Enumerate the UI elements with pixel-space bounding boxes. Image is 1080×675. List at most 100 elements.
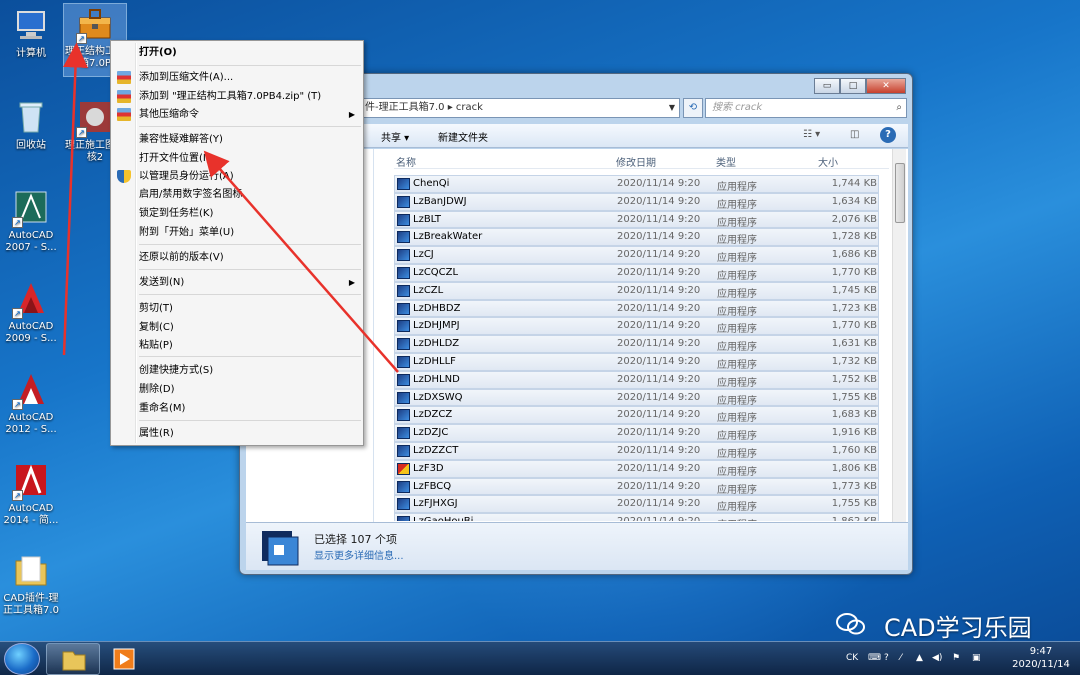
desktop-icon-computer[interactable]: 计算机 <box>0 6 62 60</box>
file-size: 1,916 KB <box>831 427 877 439</box>
table-row[interactable]: LzDXSWQ 2020/11/14 9:20 应用程序 1,755 KB <box>394 388 879 407</box>
vertical-scrollbar[interactable] <box>892 149 906 522</box>
desktop-icon-folder[interactable]: CAD插件-理正工具箱7.0 <box>0 551 62 617</box>
file-size: 1,862 KB <box>815 516 877 521</box>
table-row[interactable]: LzDZCZ 2020/11/14 9:20 应用程序 1,683 KB <box>394 406 879 424</box>
table-row[interactable]: LzDZJC 2020/11/14 9:20 应用程序 1,916 KB <box>394 424 879 442</box>
desktop-icon-label: CAD插件-理正工具箱7.0 <box>3 593 59 616</box>
help-icon[interactable]: ? <box>880 127 896 143</box>
file-name: LzDZJC <box>413 427 449 439</box>
menu-item[interactable]: 启用/禁用数字签名图标 <box>139 187 359 203</box>
table-row[interactable]: ChenQi 2020/11/14 9:20 应用程序 1,744 KB <box>394 175 879 193</box>
media-player-icon <box>113 648 135 670</box>
view-options-icon[interactable]: ☷ ▾ <box>803 129 820 140</box>
new-folder-button[interactable]: 新建文件夹 <box>438 129 488 144</box>
table-row[interactable]: LzBanJDWJ 2020/11/14 9:20 应用程序 1,634 KB <box>394 192 879 211</box>
chevron-down-icon[interactable]: ▼ <box>669 99 675 117</box>
menu-item[interactable]: 添加到 "理正结构工具箱7.0PB4.zip" (T) <box>139 89 359 105</box>
shortcut-arrow-icon: ↗ <box>12 399 23 410</box>
refresh-button[interactable]: ⟲ <box>683 98 703 118</box>
menu-item[interactable]: 打开文件位置(I) <box>139 151 359 167</box>
column-name[interactable]: 名称 <box>396 154 416 169</box>
file-type: 应用程序 <box>717 395 757 407</box>
table-row[interactable]: LzBLT 2020/11/14 9:20 应用程序 2,076 KB <box>394 210 879 229</box>
keyboard-icon[interactable]: ⌨ <box>868 653 881 663</box>
clock[interactable]: 9:47 2020/11/14 <box>1006 645 1076 671</box>
file-name: LzCQCZL <box>413 266 459 278</box>
scrollbar-thumb[interactable] <box>895 163 905 223</box>
file-name: LzCJ <box>413 249 434 261</box>
table-row[interactable]: LzDHJMPJ 2020/11/14 9:20 应用程序 1,770 KB <box>394 317 879 335</box>
minimize-button[interactable]: ▭ <box>814 78 840 94</box>
file-type: 应用程序 <box>717 342 757 354</box>
wechat-icon <box>836 612 866 636</box>
menu-item[interactable]: 附到「开始」菜单(U) <box>139 225 359 241</box>
menu-item[interactable]: 兼容性疑难解答(Y) <box>139 132 359 148</box>
table-row[interactable]: LzDZZCT 2020/11/14 9:20 应用程序 1,760 KB <box>394 441 879 460</box>
preview-pane-icon[interactable]: ◫ <box>850 129 859 140</box>
file-size: 1,686 KB <box>831 249 877 261</box>
menu-item[interactable]: 属性(R) <box>139 426 359 442</box>
desktop-icon-autocad-2012[interactable]: ↗ AutoCAD 2012 - S... <box>0 370 62 436</box>
desktop-icon-autocad-2007[interactable]: ↗ AutoCAD 2007 - S... <box>0 188 62 254</box>
file-type: 应用程序 <box>717 270 757 282</box>
file-name: LzGaoHouBi <box>413 516 473 521</box>
network-icon[interactable]: ▣ <box>972 653 981 663</box>
show-hidden-icons[interactable]: ▲ <box>916 653 923 663</box>
menu-item[interactable]: 其他压缩命令 ▶ <box>139 107 359 123</box>
maximize-button[interactable]: □ <box>840 78 866 94</box>
menu-item[interactable]: 重命名(M) <box>139 401 359 417</box>
action-center-icon[interactable]: ⚑ <box>952 653 960 663</box>
menu-item-label: 启用/禁用数字签名图标 <box>139 189 243 200</box>
menu-item-label: 创建快捷方式(S) <box>139 365 214 376</box>
desktop-icon-label: 回收站 <box>16 140 46 151</box>
menu-item[interactable]: 以管理员身份运行(A) <box>139 169 359 185</box>
file-type: 应用程序 <box>717 235 757 247</box>
table-row[interactable]: LzFJHXGJ 2020/11/14 9:20 应用程序 1,755 KB <box>394 495 879 513</box>
table-row[interactable]: LzF3D 2020/11/14 9:20 应用程序 1,806 KB <box>394 459 879 478</box>
taskbar-explorer-button[interactable] <box>46 643 100 675</box>
help-tray-icon[interactable]: ? <box>884 653 889 663</box>
menu-item[interactable]: 删除(D) <box>139 382 359 398</box>
table-row[interactable]: LzCJ 2020/11/14 9:20 应用程序 1,686 KB <box>394 246 879 264</box>
start-button[interactable] <box>4 643 40 675</box>
menu-item[interactable]: 锁定到任务栏(K) <box>139 206 359 222</box>
table-row[interactable]: LzDHLDZ 2020/11/14 9:20 应用程序 1,631 KB <box>394 335 879 353</box>
table-row[interactable]: LzDHBDZ 2020/11/14 9:20 应用程序 1,723 KB <box>394 299 879 318</box>
column-size[interactable]: 大小 <box>818 154 838 169</box>
desktop-icon-recycle-bin[interactable]: 回收站 <box>0 98 62 152</box>
table-row[interactable]: LzCZL 2020/11/14 9:20 应用程序 1,745 KB <box>394 281 879 300</box>
share-button[interactable]: 共享 ▾ <box>381 129 409 144</box>
table-row[interactable]: LzCQCZL 2020/11/14 9:20 应用程序 1,770 KB <box>394 263 879 282</box>
menu-item[interactable]: 粘贴(P) <box>139 338 359 354</box>
search-input[interactable]: 搜索 crack ⌕ <box>705 98 907 118</box>
application-icon <box>397 320 410 333</box>
table-row[interactable]: LzFBCQ 2020/11/14 9:20 应用程序 1,773 KB <box>394 477 879 496</box>
menu-item[interactable]: 打开(O) <box>139 45 359 61</box>
taskbar-media-button[interactable] <box>104 643 144 675</box>
column-type[interactable]: 类型 <box>716 154 736 169</box>
table-row[interactable]: LzDHLND 2020/11/14 9:20 应用程序 1,752 KB <box>394 370 879 389</box>
table-row[interactable]: LzDHLLF 2020/11/14 9:20 应用程序 1,732 KB <box>394 352 879 371</box>
more-details-link[interactable]: 显示更多详细信息... <box>314 547 404 562</box>
volume-icon[interactable]: ◀) <box>932 653 942 663</box>
menu-item[interactable]: 发送到(N) ▶ <box>139 275 359 291</box>
multi-file-icon <box>260 527 300 567</box>
menu-item[interactable]: 还原以前的版本(V) <box>139 250 359 266</box>
table-row[interactable]: LzGaoHouBi 2020/11/14 9:20 应用程序 1,862 KB <box>394 513 879 521</box>
desktop-icon-autocad-2014[interactable]: ↗ AutoCAD 2014 - 简... <box>0 461 62 527</box>
desktop-icon-autocad-2009[interactable]: ↗ AutoCAD 2009 - S... <box>0 279 62 345</box>
address-bar[interactable]: 件-理正工具箱7.0 ▸ crack ▼ <box>360 98 680 118</box>
close-button[interactable]: ✕ <box>866 78 906 94</box>
menu-item-label: 添加到压缩文件(A)... <box>139 72 234 83</box>
column-date[interactable]: 修改日期 <box>616 154 656 169</box>
table-row[interactable]: LzBreakWater 2020/11/14 9:20 应用程序 1,728 KB <box>394 228 879 246</box>
menu-item[interactable]: 创建快捷方式(S) <box>139 363 359 379</box>
menu-item[interactable]: 复制(C) <box>139 320 359 336</box>
ime-indicator[interactable]: CK <box>846 653 858 663</box>
ime-settings-icon[interactable]: ⁄ <box>900 653 902 663</box>
file-size: 1,683 KB <box>831 409 877 421</box>
menu-item[interactable]: 添加到压缩文件(A)... <box>139 70 359 86</box>
menu-item[interactable]: 剪切(T) <box>139 301 359 317</box>
computer-icon <box>12 6 50 44</box>
